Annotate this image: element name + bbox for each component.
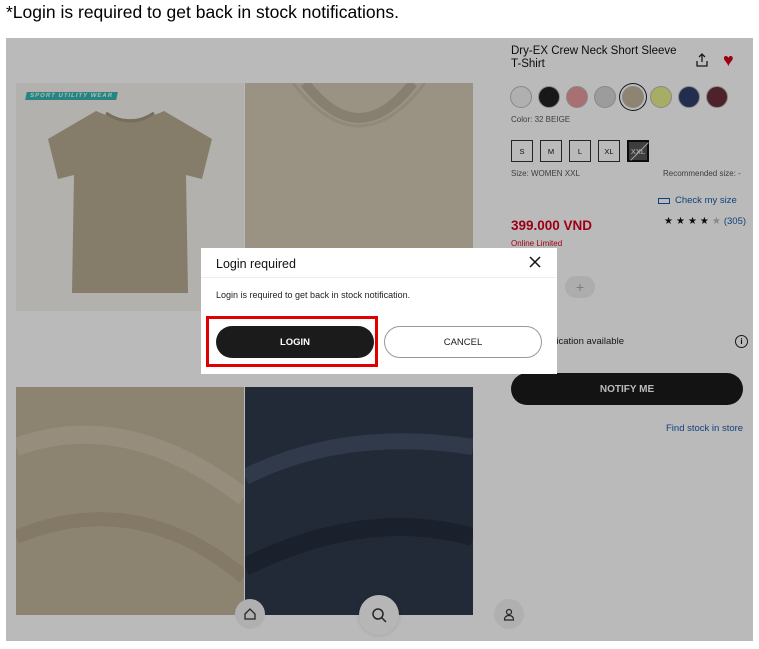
login-required-dialog: Login required Login is required to get …: [201, 248, 557, 374]
caption: *Login is required to get back in stock …: [6, 2, 399, 22]
cancel-button[interactable]: CANCEL: [384, 326, 542, 358]
dialog-title: Login required: [216, 257, 296, 271]
app-screen: SPORT UTILITY WEAR Dry-EX Crew Neck Shor…: [6, 38, 753, 641]
dialog-message: Login is required to get back in stock n…: [216, 290, 411, 300]
close-icon[interactable]: [527, 254, 543, 270]
dialog-divider: [201, 277, 557, 278]
login-button[interactable]: LOGIN: [216, 326, 374, 358]
